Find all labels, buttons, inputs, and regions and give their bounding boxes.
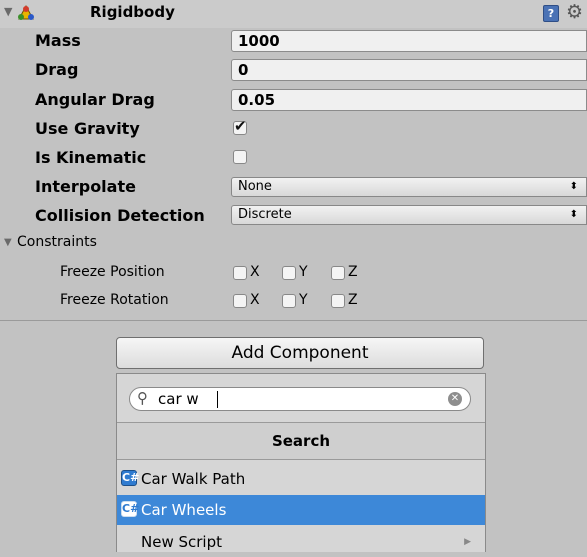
add-component-button[interactable]: Add Component [116, 337, 484, 369]
collision-detection-label: Collision Detection [35, 206, 205, 225]
search-icon: ⚲ [137, 389, 148, 407]
collision-detection-value: Discrete [238, 207, 292, 222]
use-gravity-checkbox[interactable]: ✔ [233, 117, 247, 135]
constraints-label[interactable]: Constraints [17, 234, 97, 250]
collision-detection-dropdown[interactable]: Discrete ⬍ [231, 205, 587, 225]
result-car-walk-path[interactable]: C# Car Walk Path [117, 464, 485, 494]
csharp-script-icon: C# [121, 501, 140, 517]
interpolate-label: Interpolate [35, 177, 136, 196]
freeze-rotation-z-label: Z [348, 292, 358, 308]
search-header: Search [117, 422, 485, 460]
mass-field[interactable]: 1000 [231, 30, 587, 52]
interpolate-dropdown[interactable]: None ⬍ [231, 177, 587, 197]
result-label: Car Wheels [141, 501, 227, 519]
drag-field[interactable]: 0 [231, 59, 587, 81]
checkmark-icon: ✔ [234, 117, 247, 135]
freeze-rotation-y-checkbox[interactable] [282, 294, 296, 308]
result-car-wheels[interactable]: C# Car Wheels [117, 495, 485, 525]
freeze-position-label: Freeze Position [60, 264, 165, 280]
freeze-rotation-x-label: X [250, 292, 260, 308]
section-divider [0, 320, 587, 321]
dropdown-arrow-icon: ⬍ [569, 181, 578, 192]
freeze-rotation-z-checkbox[interactable] [331, 294, 345, 308]
freeze-position-y-checkbox[interactable] [282, 266, 296, 280]
is-kinematic-label: Is Kinematic [35, 148, 147, 167]
csharp-script-icon: C# [121, 470, 140, 486]
mass-label: Mass [35, 31, 81, 50]
gear-icon[interactable]: ⚙ [566, 1, 583, 23]
freeze-rotation-x-checkbox[interactable] [233, 294, 247, 308]
result-label: Car Walk Path [141, 470, 246, 488]
help-icon[interactable]: ? [543, 5, 559, 22]
text-cursor [217, 391, 218, 408]
freeze-position-z-checkbox[interactable] [331, 266, 345, 280]
new-script-item[interactable]: New Script ▶ [117, 527, 485, 557]
add-component-popup: ⚲ car w ✕ Search C# Car Walk Path C# Car… [116, 373, 486, 552]
freeze-position-z-label: Z [348, 264, 358, 280]
drag-label: Drag [35, 60, 79, 79]
angular-drag-field[interactable]: 0.05 [231, 89, 587, 111]
component-title: Rigidbody [90, 3, 175, 21]
dropdown-arrow-icon: ⬍ [569, 209, 578, 220]
freeze-position-x-label: X [250, 264, 260, 280]
is-kinematic-checkbox[interactable] [233, 150, 247, 164]
clear-search-icon[interactable]: ✕ [448, 392, 462, 406]
freeze-position-y-label: Y [299, 264, 308, 280]
freeze-rotation-label: Freeze Rotation [60, 292, 169, 308]
constraints-arrow-icon[interactable]: ▼ [4, 237, 12, 248]
search-input[interactable]: ⚲ car w ✕ [129, 387, 471, 411]
interpolate-value: None [238, 179, 272, 194]
component-header[interactable]: ▼ Rigidbody ? ⚙ [0, 0, 587, 28]
submenu-arrow-icon: ▶ [464, 537, 471, 547]
search-text: car w [158, 390, 199, 408]
rigidbody-icon [16, 4, 36, 26]
angular-drag-label: Angular Drag [35, 90, 155, 109]
new-script-label: New Script [141, 533, 222, 551]
freeze-position-x-checkbox[interactable] [233, 266, 247, 280]
use-gravity-label: Use Gravity [35, 119, 140, 138]
freeze-rotation-y-label: Y [299, 292, 308, 308]
collapse-arrow-icon[interactable]: ▼ [4, 5, 12, 18]
